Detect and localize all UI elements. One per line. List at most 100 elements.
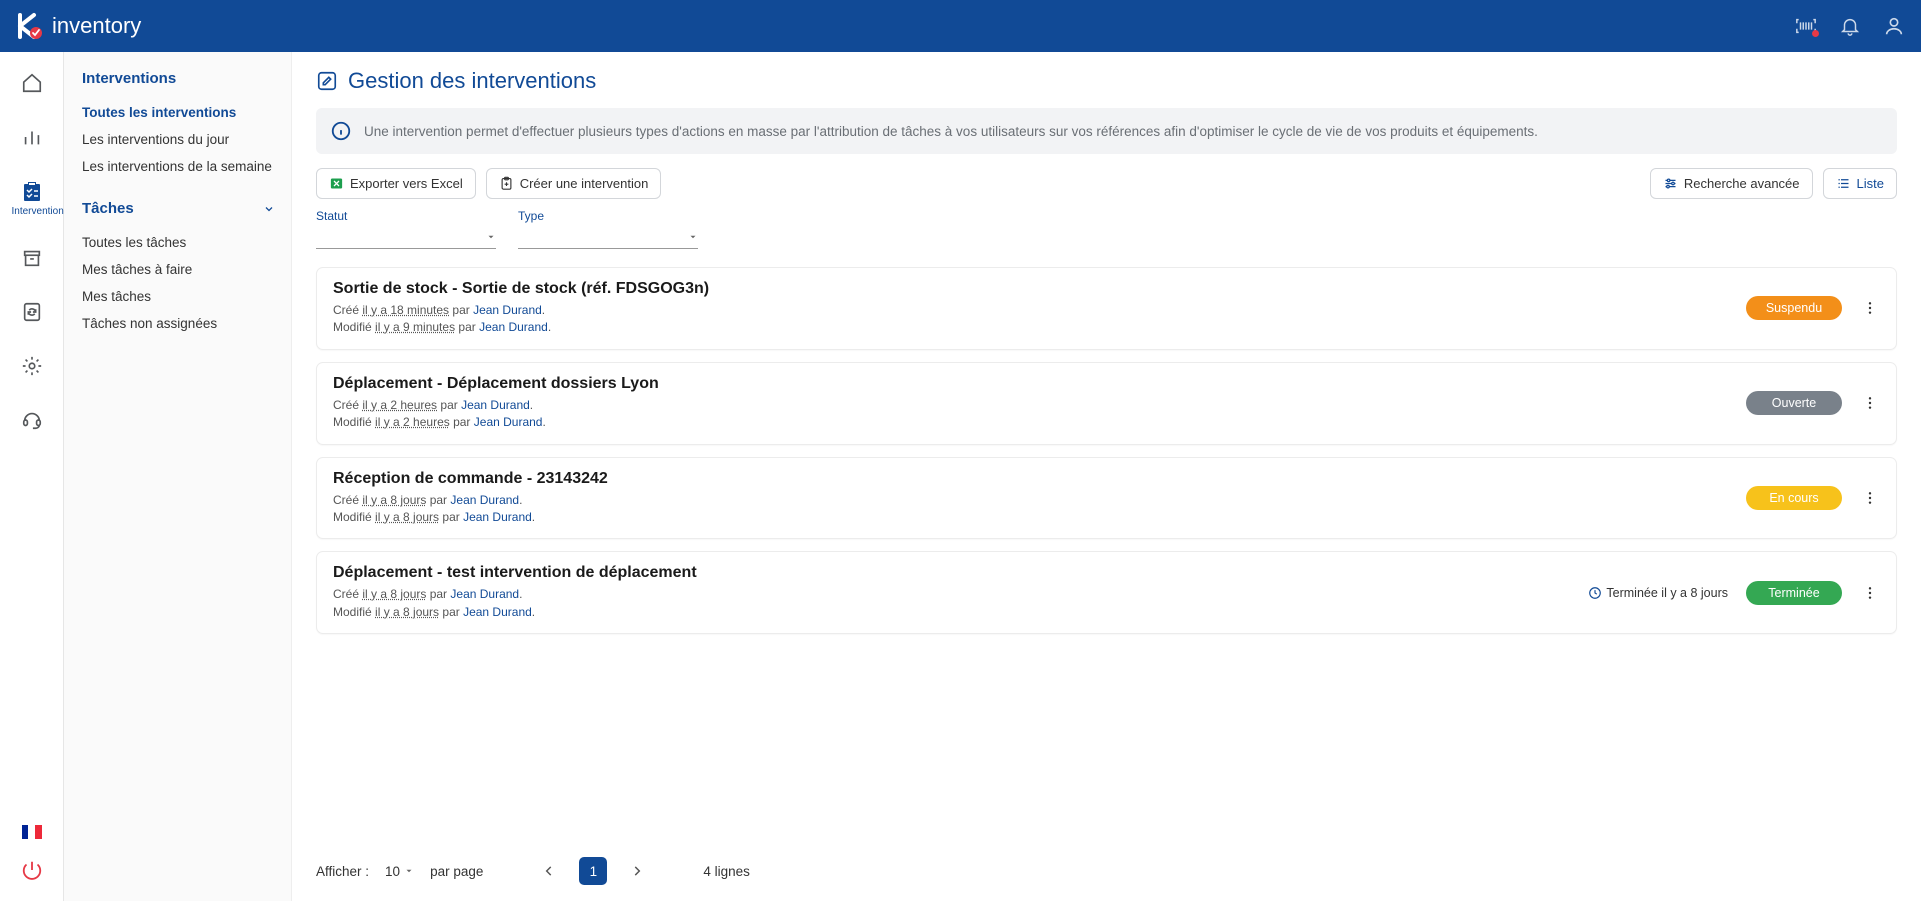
per-page-select[interactable]: 10 <box>385 864 414 879</box>
sidenav-item-my-todo[interactable]: Mes tâches à faire <box>82 256 275 283</box>
sidenav-sec2-title[interactable]: Tâches <box>82 200 275 217</box>
intervention-card[interactable]: Réception de commande - 23143242 Créé il… <box>316 457 1897 540</box>
sidenav-item-week[interactable]: Les interventions de la semaine <box>82 153 275 180</box>
view-list-button[interactable]: Liste <box>1823 168 1897 199</box>
sidenav-item-unassigned[interactable]: Tâches non assignées <box>82 310 275 337</box>
excel-icon <box>329 176 344 191</box>
card-title: Déplacement - test intervention de dépla… <box>333 564 1588 582</box>
page-title: Gestion des interventions <box>316 68 1897 94</box>
rail-sync[interactable] <box>12 299 52 325</box>
more-menu-button[interactable] <box>1860 581 1880 605</box>
per-page-value: 10 <box>385 864 400 879</box>
rail-support[interactable] <box>12 407 52 433</box>
nav-rail: Interventions <box>0 52 64 901</box>
dots-vertical-icon <box>1862 395 1878 411</box>
advanced-label: Recherche avancée <box>1684 176 1800 191</box>
bell-icon[interactable] <box>1839 15 1861 37</box>
edit-icon <box>316 70 338 92</box>
card-created: Créé il y a 18 minutes par Jean Durand. <box>333 302 1746 319</box>
create-intervention-button[interactable]: Créer une intervention <box>486 168 662 199</box>
main-content: Gestion des interventions Une interventi… <box>292 52 1921 901</box>
intervention-list: Sortie de stock - Sortie de stock (réf. … <box>316 267 1897 646</box>
dots-vertical-icon <box>1862 300 1878 316</box>
locale-flag-fr[interactable] <box>22 825 42 839</box>
rail-interventions[interactable]: Interventions <box>12 178 52 217</box>
page-prev[interactable] <box>535 857 563 885</box>
brand-name: inventory <box>52 13 141 39</box>
filter-type-select[interactable] <box>518 225 698 249</box>
view-label: Liste <box>1857 176 1884 191</box>
logo-badge-icon <box>16 11 46 41</box>
sidenav-item-all-tasks[interactable]: Toutes les tâches <box>82 229 275 256</box>
user-link[interactable]: Jean Durand <box>463 605 532 619</box>
rail-settings[interactable] <box>12 353 52 379</box>
dots-vertical-icon <box>1862 585 1878 601</box>
header-actions <box>1795 15 1905 37</box>
create-label: Créer une intervention <box>520 176 649 191</box>
filter-status-select[interactable] <box>316 225 496 249</box>
toolbar: Exporter vers Excel Créer une interventi… <box>316 168 1897 199</box>
filters: Statut Type <box>316 209 1897 249</box>
caret-down-icon <box>688 232 698 242</box>
barcode-icon[interactable] <box>1795 15 1817 37</box>
pager-total: 4 lignes <box>703 864 750 879</box>
user-link[interactable]: Jean Durand <box>474 415 543 429</box>
pagination: Afficher : 10 par page 1 4 lignes <box>316 837 1897 885</box>
rail-logout[interactable] <box>12 857 52 883</box>
intervention-card[interactable]: Déplacement - Déplacement dossiers Lyon … <box>316 362 1897 445</box>
card-created: Créé il y a 8 jours par Jean Durand. <box>333 492 1746 509</box>
barcode-dot <box>1812 30 1819 37</box>
page-next[interactable] <box>623 857 651 885</box>
status-badge: En cours <box>1746 486 1842 510</box>
advanced-search-button[interactable]: Recherche avancée <box>1650 168 1813 199</box>
user-link[interactable]: Jean Durand <box>479 320 548 334</box>
more-menu-button[interactable] <box>1860 296 1880 320</box>
filter-type-label: Type <box>518 209 698 223</box>
user-link[interactable]: Jean Durand <box>450 493 519 507</box>
user-link[interactable]: Jean Durand <box>473 303 542 317</box>
chevron-down-icon <box>263 203 275 215</box>
card-created: Créé il y a 2 heures par Jean Durand. <box>333 397 1746 414</box>
card-modified: Modifié il y a 9 minutes par Jean Durand… <box>333 319 1746 336</box>
intervention-card[interactable]: Déplacement - test intervention de dépla… <box>316 551 1897 634</box>
sidenav-sec2-label: Tâches <box>82 200 134 217</box>
export-label: Exporter vers Excel <box>350 176 463 191</box>
sliders-icon <box>1663 176 1678 191</box>
clock-icon <box>1588 586 1602 600</box>
rail-archive[interactable] <box>12 245 52 271</box>
info-banner: Une intervention permet d'effectuer plus… <box>316 108 1897 154</box>
rail-active-label: Interventions <box>12 206 52 217</box>
sidenav-item-my-tasks[interactable]: Mes tâches <box>82 283 275 310</box>
card-created: Créé il y a 8 jours par Jean Durand. <box>333 586 1588 603</box>
page-title-text: Gestion des interventions <box>348 68 596 94</box>
user-link[interactable]: Jean Durand <box>450 587 519 601</box>
user-link[interactable]: Jean Durand <box>463 510 532 524</box>
more-menu-button[interactable] <box>1860 391 1880 415</box>
more-menu-button[interactable] <box>1860 486 1880 510</box>
sidenav-sec1-title: Interventions <box>82 70 275 87</box>
card-modified: Modifié il y a 2 heures par Jean Durand. <box>333 414 1746 431</box>
user-link[interactable]: Jean Durand <box>461 398 530 412</box>
app-header: inventory <box>0 0 1921 52</box>
intervention-card[interactable]: Sortie de stock - Sortie de stock (réf. … <box>316 267 1897 350</box>
caret-down-icon <box>404 866 414 876</box>
rail-home[interactable] <box>12 70 52 96</box>
sidenav-item-all-interventions[interactable]: Toutes les interventions <box>82 99 275 126</box>
card-title: Sortie de stock - Sortie de stock (réf. … <box>333 280 1746 298</box>
info-icon <box>330 120 352 142</box>
card-title: Réception de commande - 23143242 <box>333 470 1746 488</box>
secondary-nav: Interventions Toutes les interventions L… <box>64 52 292 901</box>
rail-stats[interactable] <box>12 124 52 150</box>
user-icon[interactable] <box>1883 15 1905 37</box>
list-icon <box>1836 176 1851 191</box>
card-title: Déplacement - Déplacement dossiers Lyon <box>333 375 1746 393</box>
per-page-label: par page <box>430 864 483 879</box>
page-1[interactable]: 1 <box>579 857 607 885</box>
caret-down-icon <box>486 232 496 242</box>
done-info: Terminée il y a 8 jours <box>1588 586 1728 600</box>
export-excel-button[interactable]: Exporter vers Excel <box>316 168 476 199</box>
sidenav-item-today[interactable]: Les interventions du jour <box>82 126 275 153</box>
filter-status-label: Statut <box>316 209 496 223</box>
dots-vertical-icon <box>1862 490 1878 506</box>
status-badge: Terminée <box>1746 581 1842 605</box>
